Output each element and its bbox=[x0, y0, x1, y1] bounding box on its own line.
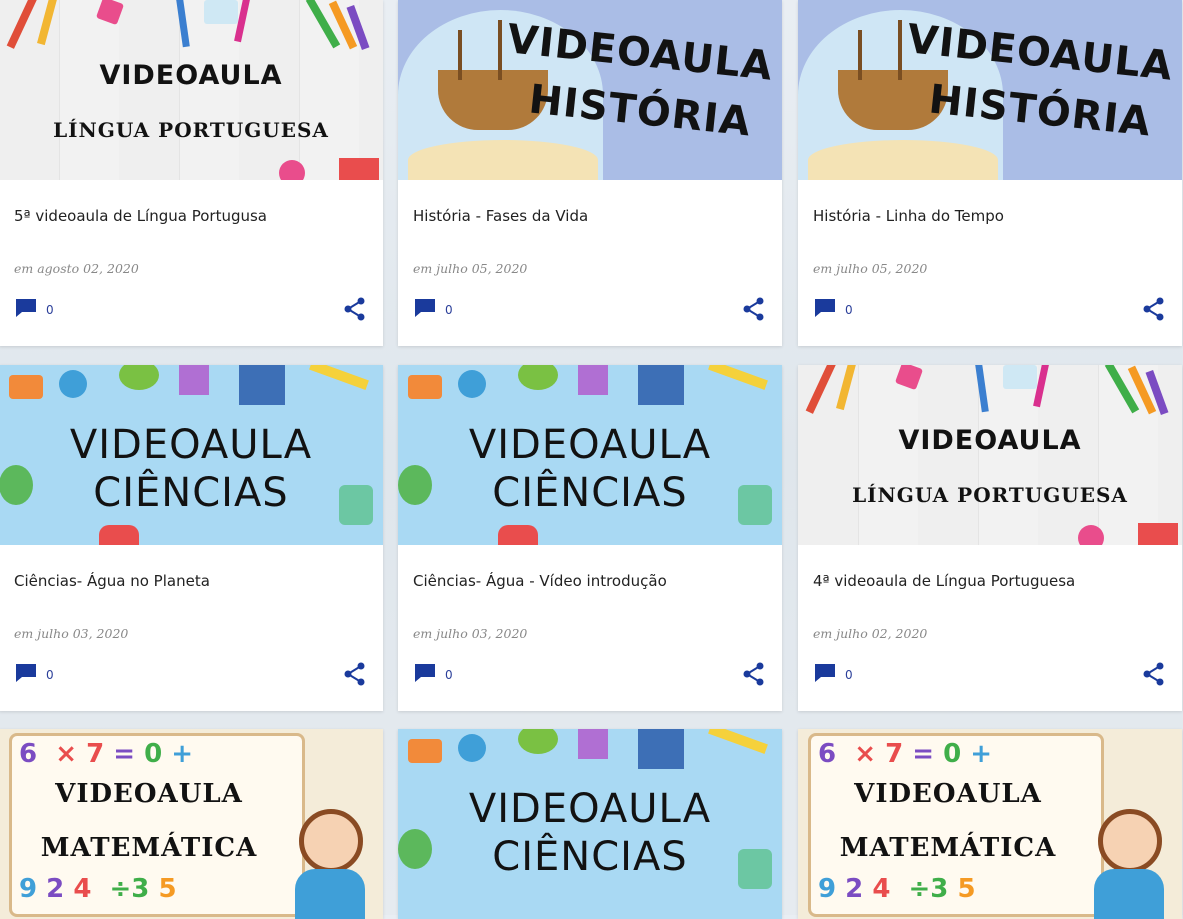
share-button[interactable] bbox=[344, 297, 366, 321]
comment-button[interactable]: 0 bbox=[413, 662, 463, 688]
share-icon bbox=[743, 662, 764, 686]
share-button[interactable] bbox=[743, 662, 765, 686]
thumb-heading: VIDEOAULA bbox=[99, 60, 283, 91]
comment-icon bbox=[16, 664, 36, 682]
comment-icon bbox=[16, 299, 36, 317]
comment-icon bbox=[415, 664, 435, 682]
post-card[interactable]: VIDEOAULA HISTÓRIA História - Linha do T… bbox=[798, 0, 1182, 346]
share-icon bbox=[1143, 662, 1164, 686]
post-thumbnail[interactable]: 6 × 7 = 0 + 9 2 4 ÷3 5 VIDEOAULA MATEMÁT… bbox=[0, 729, 383, 919]
comment-button[interactable]: 0 bbox=[813, 662, 863, 688]
post-date: em agosto 02, 2020 bbox=[14, 261, 139, 276]
comment-button[interactable]: 0 bbox=[413, 297, 463, 323]
post-thumbnail[interactable]: VIDEOAULA CIÊNCIAS bbox=[398, 365, 782, 545]
comment-count: 0 bbox=[445, 668, 453, 682]
post-date: em julho 03, 2020 bbox=[413, 626, 528, 641]
post-title[interactable]: Ciências- Água - Vídeo introdução bbox=[413, 572, 667, 590]
share-icon bbox=[1143, 297, 1164, 321]
share-icon bbox=[743, 297, 764, 321]
post-title[interactable]: História - Linha do Tempo bbox=[813, 207, 1004, 225]
share-icon bbox=[344, 662, 365, 686]
comment-button[interactable]: 0 bbox=[14, 297, 64, 323]
post-date: em julho 03, 2020 bbox=[14, 626, 129, 641]
post-thumbnail[interactable]: 6 × 7 = 0 + 9 2 4 ÷3 5 VIDEOAULA MATEMÁT… bbox=[798, 729, 1182, 919]
post-thumbnail[interactable]: VIDEOAULA CIÊNCIAS bbox=[0, 365, 383, 545]
thumb-subheading: CIÊNCIAS bbox=[492, 834, 688, 880]
thumb-subheading: CIÊNCIAS bbox=[492, 470, 688, 516]
comment-button[interactable]: 0 bbox=[14, 662, 64, 688]
thumb-heading: VIDEOAULA bbox=[468, 422, 712, 468]
post-card[interactable]: VIDEOAULA CIÊNCIAS bbox=[398, 729, 782, 919]
post-title[interactable]: Ciências- Água no Planeta bbox=[14, 572, 210, 590]
comment-icon bbox=[415, 299, 435, 317]
post-card[interactable]: VIDEOAULA LÍNGUA PORTUGUESA 5ª videoaula… bbox=[0, 0, 383, 346]
share-button[interactable] bbox=[1143, 662, 1165, 686]
share-button[interactable] bbox=[344, 662, 366, 686]
comment-icon bbox=[815, 299, 835, 317]
post-card[interactable]: VIDEOAULA LÍNGUA PORTUGUESA 4ª videoaula… bbox=[798, 365, 1182, 711]
comment-count: 0 bbox=[46, 303, 54, 317]
share-button[interactable] bbox=[1143, 297, 1165, 321]
thumb-subheading: MATEMÁTICA bbox=[839, 833, 1057, 863]
thumb-heading: VIDEOAULA bbox=[854, 779, 1042, 809]
thumb-heading: VIDEOAULA bbox=[69, 422, 313, 468]
post-thumbnail[interactable]: VIDEOAULA CIÊNCIAS bbox=[398, 729, 782, 919]
post-card[interactable]: VIDEOAULA CIÊNCIAS Ciências- Água - Víde… bbox=[398, 365, 782, 711]
thumb-heading: VIDEOAULA bbox=[898, 425, 1082, 456]
post-card[interactable]: VIDEOAULA CIÊNCIAS Ciências- Água no Pla… bbox=[0, 365, 383, 711]
post-date: em julho 02, 2020 bbox=[813, 626, 928, 641]
math-symbol: 6 × 7 = 0 + bbox=[19, 739, 194, 769]
post-date: em julho 05, 2020 bbox=[413, 261, 528, 276]
post-title[interactable]: História - Fases da Vida bbox=[413, 207, 588, 225]
post-card[interactable]: 6 × 7 = 0 + 9 2 4 ÷3 5 VIDEOAULA MATEMÁT… bbox=[798, 729, 1182, 919]
post-thumbnail[interactable]: VIDEOAULA HISTÓRIA bbox=[398, 0, 782, 180]
thumb-subheading: LÍNGUA PORTUGUESA bbox=[852, 483, 1128, 507]
comment-count: 0 bbox=[845, 668, 853, 682]
math-symbol: 6 × 7 = 0 + bbox=[818, 739, 993, 769]
share-icon bbox=[344, 297, 365, 321]
post-thumbnail[interactable]: VIDEOAULA HISTÓRIA bbox=[798, 0, 1182, 180]
math-symbol: 9 2 4 ÷3 5 bbox=[19, 874, 177, 904]
post-title[interactable]: 4ª videoaula de Língua Portuguesa bbox=[813, 572, 1075, 590]
comment-icon bbox=[815, 664, 835, 682]
post-date: em julho 05, 2020 bbox=[813, 261, 928, 276]
post-card[interactable]: 6 × 7 = 0 + 9 2 4 ÷3 5 VIDEOAULA MATEMÁT… bbox=[0, 729, 383, 919]
thumb-heading: VIDEOAULA bbox=[55, 779, 243, 809]
comment-button[interactable]: 0 bbox=[813, 297, 863, 323]
post-card[interactable]: VIDEOAULA HISTÓRIA História - Fases da V… bbox=[398, 0, 782, 346]
math-symbol: 9 2 4 ÷3 5 bbox=[818, 874, 976, 904]
thumb-subheading: LÍNGUA PORTUGUESA bbox=[53, 118, 329, 142]
post-title[interactable]: 5ª videoaula de Língua Portugusa bbox=[14, 207, 267, 225]
comment-count: 0 bbox=[46, 668, 54, 682]
thumb-subheading: MATEMÁTICA bbox=[40, 833, 258, 863]
share-button[interactable] bbox=[743, 297, 765, 321]
post-thumbnail[interactable]: VIDEOAULA LÍNGUA PORTUGUESA bbox=[0, 0, 383, 180]
comment-count: 0 bbox=[845, 303, 853, 317]
post-thumbnail[interactable]: VIDEOAULA LÍNGUA PORTUGUESA bbox=[798, 365, 1182, 545]
thumb-subheading: CIÊNCIAS bbox=[93, 470, 289, 516]
comment-count: 0 bbox=[445, 303, 453, 317]
post-grid: VIDEOAULA LÍNGUA PORTUGUESA 5ª videoaula… bbox=[0, 0, 1183, 919]
thumb-heading: VIDEOAULA bbox=[468, 786, 712, 832]
